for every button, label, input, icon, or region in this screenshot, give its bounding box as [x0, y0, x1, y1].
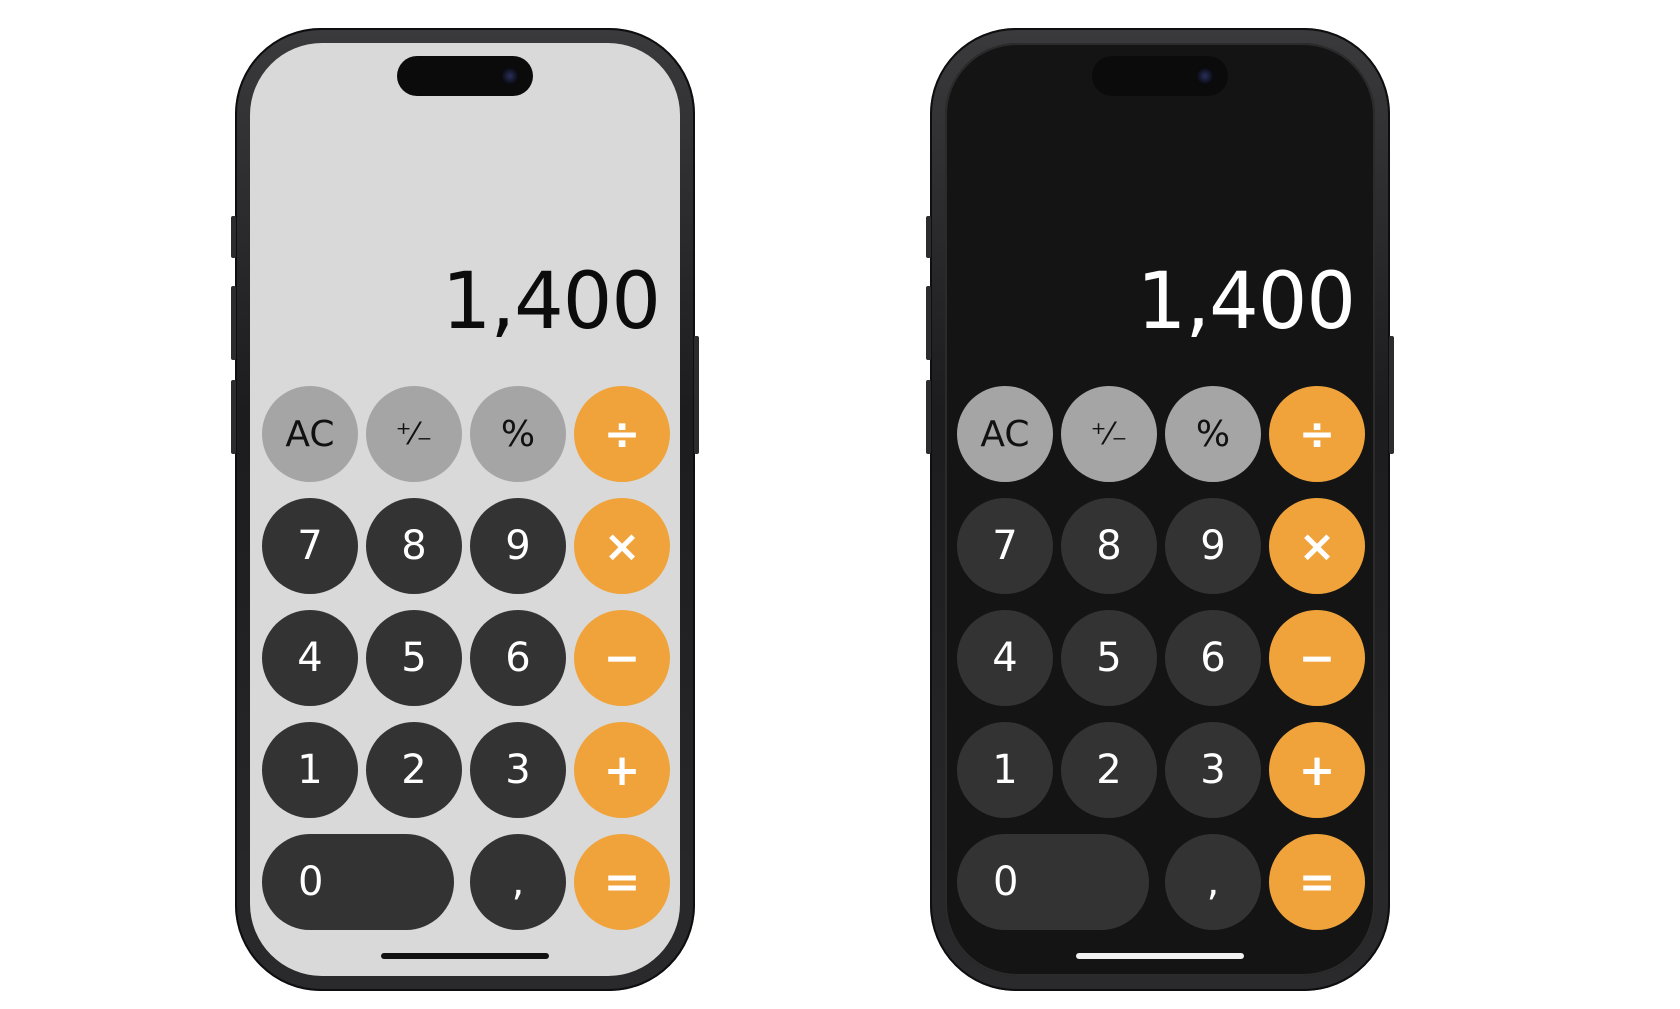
result-display: 1,400 [1136, 257, 1356, 347]
minus-button[interactable]: − [1269, 610, 1365, 706]
digit-3-button[interactable]: 3 [1165, 722, 1261, 818]
volume-up-button [231, 286, 236, 360]
digit-6-button[interactable]: 6 [470, 610, 566, 706]
divide-button[interactable]: ÷ [1269, 386, 1365, 482]
power-button [694, 336, 699, 454]
home-indicator[interactable] [381, 953, 549, 959]
power-button [1389, 336, 1394, 454]
digit-5-button[interactable]: 5 [1061, 610, 1157, 706]
decimal-button[interactable]: , [470, 834, 566, 930]
action-button [231, 216, 236, 258]
percent-button[interactable]: % [470, 386, 566, 482]
digit-5-button[interactable]: 5 [366, 610, 462, 706]
front-camera-icon [1196, 67, 1214, 85]
digit-7-button[interactable]: 7 [957, 498, 1053, 594]
digit-4-button[interactable]: 4 [957, 610, 1053, 706]
volume-down-button [926, 380, 931, 454]
keypad: AC ⁺⁄₋ % ÷ 7 8 9 × 4 5 6 − 1 2 3 + 0 , = [957, 386, 1367, 930]
digit-1-button[interactable]: 1 [262, 722, 358, 818]
equals-button[interactable]: = [1269, 834, 1365, 930]
action-button [926, 216, 931, 258]
digit-9-button[interactable]: 9 [1165, 498, 1261, 594]
decimal-button[interactable]: , [1165, 834, 1261, 930]
keypad: AC ⁺⁄₋ % ÷ 7 8 9 × 4 5 6 − 1 2 3 + 0 , = [262, 386, 672, 930]
digit-8-button[interactable]: 8 [366, 498, 462, 594]
multiply-button[interactable]: × [574, 498, 670, 594]
home-indicator[interactable] [1076, 953, 1244, 959]
digit-8-button[interactable]: 8 [1061, 498, 1157, 594]
digit-4-button[interactable]: 4 [262, 610, 358, 706]
calculator-screen: 1,400 AC ⁺⁄₋ % ÷ 7 8 9 × 4 5 6 − 1 2 3 +… [945, 43, 1375, 976]
phone-dark-mode: 1,400 AC ⁺⁄₋ % ÷ 7 8 9 × 4 5 6 − 1 2 3 +… [926, 28, 1394, 991]
digit-9-button[interactable]: 9 [470, 498, 566, 594]
calculator-screen: 1,400 AC ⁺⁄₋ % ÷ 7 8 9 × 4 5 6 − 1 2 3 +… [250, 43, 680, 976]
percent-button[interactable]: % [1165, 386, 1261, 482]
digit-0-button[interactable]: 0 [957, 834, 1149, 930]
equals-button[interactable]: = [574, 834, 670, 930]
plus-minus-button[interactable]: ⁺⁄₋ [1061, 386, 1157, 482]
digit-2-button[interactable]: 2 [1061, 722, 1157, 818]
plus-button[interactable]: + [1269, 722, 1365, 818]
digit-7-button[interactable]: 7 [262, 498, 358, 594]
phone-light-mode: 1,400 AC ⁺⁄₋ % ÷ 7 8 9 × 4 5 6 − 1 2 3 +… [231, 28, 699, 991]
digit-0-button[interactable]: 0 [262, 834, 454, 930]
digit-6-button[interactable]: 6 [1165, 610, 1261, 706]
plus-button[interactable]: + [574, 722, 670, 818]
dynamic-island [1092, 56, 1228, 96]
volume-down-button [231, 380, 236, 454]
volume-up-button [926, 286, 931, 360]
digit-2-button[interactable]: 2 [366, 722, 462, 818]
plus-minus-button[interactable]: ⁺⁄₋ [366, 386, 462, 482]
result-display: 1,400 [441, 257, 661, 347]
dynamic-island [397, 56, 533, 96]
clear-button[interactable]: AC [957, 386, 1053, 482]
digit-3-button[interactable]: 3 [470, 722, 566, 818]
multiply-button[interactable]: × [1269, 498, 1365, 594]
minus-button[interactable]: − [574, 610, 670, 706]
digit-1-button[interactable]: 1 [957, 722, 1053, 818]
clear-button[interactable]: AC [262, 386, 358, 482]
front-camera-icon [501, 67, 519, 85]
divide-button[interactable]: ÷ [574, 386, 670, 482]
